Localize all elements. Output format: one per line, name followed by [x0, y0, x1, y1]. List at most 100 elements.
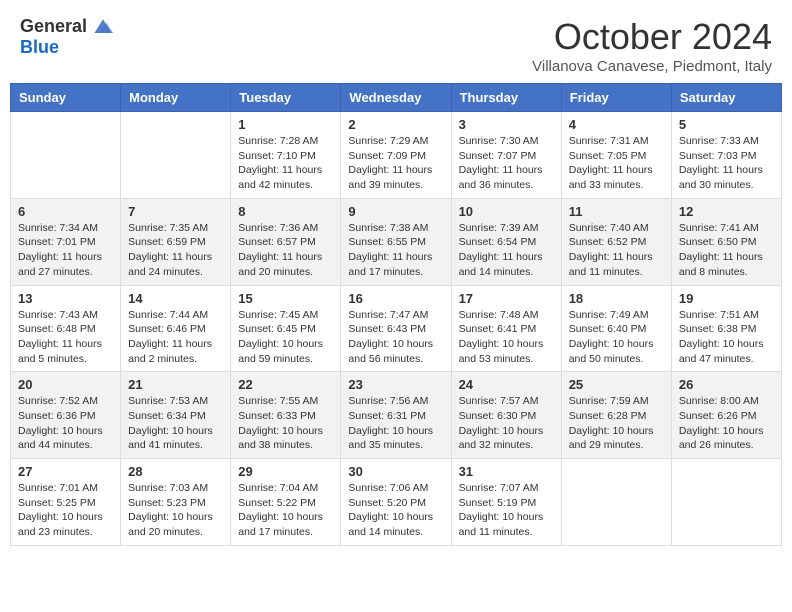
day-number: 3: [459, 117, 554, 132]
day-info: Sunrise: 7:01 AMSunset: 5:25 PMDaylight:…: [18, 481, 113, 540]
day-number: 10: [459, 204, 554, 219]
day-info: Sunrise: 7:07 AMSunset: 5:19 PMDaylight:…: [459, 481, 554, 540]
day-info: Sunrise: 7:49 AMSunset: 6:40 PMDaylight:…: [569, 308, 664, 367]
day-number: 13: [18, 291, 113, 306]
day-number: 15: [238, 291, 333, 306]
day-number: 11: [569, 204, 664, 219]
calendar-cell: 28 Sunrise: 7:03 AMSunset: 5:23 PMDayligh…: [121, 459, 231, 546]
day-header-sunday: Sunday: [11, 84, 121, 112]
day-number: 24: [459, 377, 554, 392]
day-number: 27: [18, 464, 113, 479]
calendar-cell: 4 Sunrise: 7:31 AMSunset: 7:05 PMDaylight…: [561, 112, 671, 199]
day-number: 4: [569, 117, 664, 132]
calendar-cell: 31Sunrise: 7:07 AMSunset: 5:19 PMDayligh…: [451, 459, 561, 546]
day-number: 20: [18, 377, 113, 392]
day-info: Sunrise: 7:34 AMSunset: 7:01 PMDaylight:…: [18, 221, 113, 280]
day-info: Sunrise: 7:03 AMSunset: 5:23 PMDaylight:…: [128, 481, 223, 540]
day-info: Sunrise: 7:39 AMSunset: 6:54 PMDaylight:…: [459, 221, 554, 280]
day-number: 21: [128, 377, 223, 392]
calendar-week-row: 13 Sunrise: 7:43 AMSunset: 6:48 PMDayligh…: [11, 285, 782, 372]
day-info: Sunrise: 7:31 AMSunset: 7:05 PMDaylight:…: [569, 134, 664, 193]
day-number: 25: [569, 377, 664, 392]
day-number: 18: [569, 291, 664, 306]
day-info: Sunrise: 7:06 AMSunset: 5:20 PMDaylight:…: [348, 481, 443, 540]
calendar-cell: 21 Sunrise: 7:53 AMSunset: 6:34 PMDayligh…: [121, 372, 231, 459]
day-info: Sunrise: 7:33 AMSunset: 7:03 PMDaylight:…: [679, 134, 774, 193]
day-number: 14: [128, 291, 223, 306]
calendar-cell: 1Sunrise: 7:28 AMSunset: 7:10 PMDaylight…: [231, 112, 341, 199]
calendar-cell: 14 Sunrise: 7:44 AMSunset: 6:46 PMDayligh…: [121, 285, 231, 372]
day-header-saturday: Saturday: [671, 84, 781, 112]
calendar-cell: 16Sunrise: 7:47 AMSunset: 6:43 PMDayligh…: [341, 285, 451, 372]
day-header-friday: Friday: [561, 84, 671, 112]
calendar-cell: 23 Sunrise: 7:56 AMSunset: 6:31 PMDayligh…: [341, 372, 451, 459]
calendar-cell: 2 Sunrise: 7:29 AMSunset: 7:09 PMDaylight…: [341, 112, 451, 199]
day-header-thursday: Thursday: [451, 84, 561, 112]
calendar-cell: 18 Sunrise: 7:49 AMSunset: 6:40 PMDayligh…: [561, 285, 671, 372]
calendar-week-row: 6Sunrise: 7:34 AMSunset: 7:01 PMDaylight…: [11, 198, 782, 285]
day-number: 28: [128, 464, 223, 479]
page-header: General Blue October 2024 Villanova Cana…: [0, 0, 792, 83]
calendar-cell: [11, 112, 121, 199]
calendar-header-row: SundayMondayTuesdayWednesdayThursdayFrid…: [11, 84, 782, 112]
day-info: Sunrise: 7:41 AMSunset: 6:50 PMDaylight:…: [679, 221, 774, 280]
day-number: 19: [679, 291, 774, 306]
calendar-cell: 3 Sunrise: 7:30 AMSunset: 7:07 PMDaylight…: [451, 112, 561, 199]
day-info: Sunrise: 7:38 AMSunset: 6:55 PMDaylight:…: [348, 221, 443, 280]
calendar-cell: 8Sunrise: 7:36 AMSunset: 6:57 PMDaylight…: [231, 198, 341, 285]
calendar-cell: 25 Sunrise: 7:59 AMSunset: 6:28 PMDayligh…: [561, 372, 671, 459]
calendar-table: SundayMondayTuesdayWednesdayThursdayFrid…: [10, 83, 782, 546]
calendar-cell: [121, 112, 231, 199]
day-number: 5: [679, 117, 774, 132]
day-number: 26: [679, 377, 774, 392]
day-info: Sunrise: 7:56 AMSunset: 6:31 PMDaylight:…: [348, 394, 443, 453]
day-header-tuesday: Tuesday: [231, 84, 341, 112]
day-info: Sunrise: 7:59 AMSunset: 6:28 PMDaylight:…: [569, 394, 664, 453]
calendar-cell: 13 Sunrise: 7:43 AMSunset: 6:48 PMDayligh…: [11, 285, 121, 372]
day-info: Sunrise: 7:30 AMSunset: 7:07 PMDaylight:…: [459, 134, 554, 193]
day-header-monday: Monday: [121, 84, 231, 112]
calendar-cell: 9Sunrise: 7:38 AMSunset: 6:55 PMDaylight…: [341, 198, 451, 285]
day-info: Sunrise: 7:40 AMSunset: 6:52 PMDaylight:…: [569, 221, 664, 280]
day-info: Sunrise: 7:28 AMSunset: 7:10 PMDaylight:…: [238, 134, 333, 193]
calendar-cell: 15 Sunrise: 7:45 AMSunset: 6:45 PMDayligh…: [231, 285, 341, 372]
day-info: Sunrise: 7:53 AMSunset: 6:34 PMDaylight:…: [128, 394, 223, 453]
calendar-cell: 26 Sunrise: 8:00 AMSunset: 6:26 PMDayligh…: [671, 372, 781, 459]
calendar-cell: 5 Sunrise: 7:33 AMSunset: 7:03 PMDaylight…: [671, 112, 781, 199]
calendar-cell: 7 Sunrise: 7:35 AMSunset: 6:59 PMDaylight…: [121, 198, 231, 285]
day-number: 8: [238, 204, 333, 219]
day-info: Sunrise: 7:45 AMSunset: 6:45 PMDaylight:…: [238, 308, 333, 367]
calendar-week-row: 1Sunrise: 7:28 AMSunset: 7:10 PMDaylight…: [11, 112, 782, 199]
day-number: 16: [348, 291, 443, 306]
location-subtitle: Villanova Canavese, Piedmont, Italy: [532, 58, 772, 75]
calendar-cell: 10 Sunrise: 7:39 AMSunset: 6:54 PMDayligh…: [451, 198, 561, 285]
day-number: 29: [238, 464, 333, 479]
logo-blue-text: Blue: [20, 37, 59, 58]
calendar-cell: 12Sunrise: 7:41 AMSunset: 6:50 PMDayligh…: [671, 198, 781, 285]
day-info: Sunrise: 7:48 AMSunset: 6:41 PMDaylight:…: [459, 308, 554, 367]
day-info: Sunrise: 7:35 AMSunset: 6:59 PMDaylight:…: [128, 221, 223, 280]
calendar-cell: 11 Sunrise: 7:40 AMSunset: 6:52 PMDayligh…: [561, 198, 671, 285]
day-info: Sunrise: 7:29 AMSunset: 7:09 PMDaylight:…: [348, 134, 443, 193]
day-info: Sunrise: 7:43 AMSunset: 6:48 PMDaylight:…: [18, 308, 113, 367]
day-number: 22: [238, 377, 333, 392]
calendar-week-row: 20 Sunrise: 7:52 AMSunset: 6:36 PMDayligh…: [11, 372, 782, 459]
calendar-cell: 30 Sunrise: 7:06 AMSunset: 5:20 PMDayligh…: [341, 459, 451, 546]
day-number: 2: [348, 117, 443, 132]
day-number: 23: [348, 377, 443, 392]
calendar-cell: 29Sunrise: 7:04 AMSunset: 5:22 PMDayligh…: [231, 459, 341, 546]
day-info: Sunrise: 7:44 AMSunset: 6:46 PMDaylight:…: [128, 308, 223, 367]
day-number: 17: [459, 291, 554, 306]
day-info: Sunrise: 8:00 AMSunset: 6:26 PMDaylight:…: [679, 394, 774, 453]
calendar-cell: 6Sunrise: 7:34 AMSunset: 7:01 PMDaylight…: [11, 198, 121, 285]
calendar-week-row: 27 Sunrise: 7:01 AMSunset: 5:25 PMDayligh…: [11, 459, 782, 546]
logo: General Blue: [20, 16, 115, 58]
day-info: Sunrise: 7:51 AMSunset: 6:38 PMDaylight:…: [679, 308, 774, 367]
calendar-cell: 19 Sunrise: 7:51 AMSunset: 6:38 PMDayligh…: [671, 285, 781, 372]
day-info: Sunrise: 7:52 AMSunset: 6:36 PMDaylight:…: [18, 394, 113, 453]
calendar-cell: [671, 459, 781, 546]
calendar-cell: 17 Sunrise: 7:48 AMSunset: 6:41 PMDayligh…: [451, 285, 561, 372]
day-number: 7: [128, 204, 223, 219]
day-number: 30: [348, 464, 443, 479]
day-info: Sunrise: 7:57 AMSunset: 6:30 PMDaylight:…: [459, 394, 554, 453]
